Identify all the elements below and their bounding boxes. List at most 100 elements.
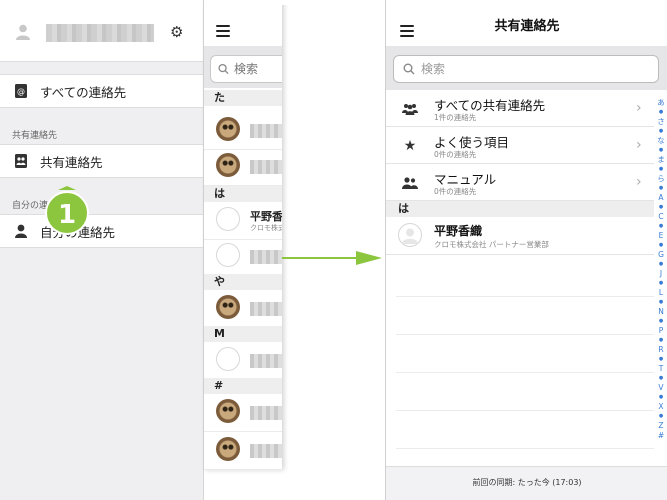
list-item[interactable]	[204, 148, 282, 186]
index-letter[interactable]: ●	[654, 298, 667, 308]
index-letter[interactable]: E	[654, 231, 667, 241]
sidebar: ⚙ @ すべての連絡先 共有連絡先 共有連絡先 自分の連絡先 自分の連絡先 1	[0, 0, 204, 500]
gear-icon[interactable]: ⚙	[170, 24, 183, 40]
list-item[interactable]	[204, 238, 282, 276]
star-icon: ★	[403, 138, 417, 154]
list-item[interactable]	[204, 290, 282, 328]
index-letter[interactable]: X	[654, 402, 667, 412]
index-letter[interactable]: ●	[654, 393, 667, 403]
svg-text:@: @	[17, 87, 25, 96]
section-header-ha: は	[204, 186, 282, 202]
blurred-name	[250, 354, 282, 368]
list-item[interactable]	[204, 394, 282, 432]
index-letter[interactable]: さ	[654, 117, 667, 127]
row-divider	[396, 334, 654, 335]
blurred-name	[250, 124, 282, 138]
index-letter[interactable]: ●	[654, 279, 667, 289]
index-letter[interactable]: P	[654, 326, 667, 336]
blurred-name	[250, 160, 282, 174]
chevron-right-icon: ›	[636, 137, 642, 153]
sync-status: 前回の同期: たった今 (17:03)	[472, 478, 582, 487]
middle-search-field[interactable]	[210, 55, 282, 83]
blurred-name	[250, 250, 282, 264]
index-letter[interactable]: な	[654, 136, 667, 146]
index-letter[interactable]: ●	[654, 374, 667, 384]
account-name-blurred	[46, 24, 154, 42]
index-letter[interactable]: ●	[654, 241, 667, 251]
list-item[interactable]: 平野香織 クロモ株式会社	[204, 202, 282, 240]
index-letter[interactable]: ●	[654, 108, 667, 118]
index-letter[interactable]: ●	[654, 260, 667, 270]
search-input[interactable]	[421, 62, 641, 76]
index-letter[interactable]: ●	[654, 355, 667, 365]
index-letter[interactable]: Z	[654, 421, 667, 431]
index-letter[interactable]: T	[654, 364, 667, 374]
index-letter[interactable]: R	[654, 345, 667, 355]
index-letter[interactable]: L	[654, 288, 667, 298]
middle-search-input[interactable]	[234, 62, 282, 76]
index-letter[interactable]: ま	[654, 155, 667, 165]
sidebar-account-header[interactable]: ⚙	[0, 0, 203, 62]
transition-arrow-icon	[282, 251, 382, 265]
list-item[interactable]	[204, 112, 282, 150]
search-icon	[403, 63, 415, 75]
group-count: 1件の連絡先	[434, 113, 477, 122]
group-row-all-shared[interactable]: すべての共有連絡先 1件の連絡先 ›	[386, 90, 654, 127]
list-item[interactable]	[204, 342, 282, 380]
index-letter[interactable]: J	[654, 269, 667, 279]
index-letter[interactable]: ●	[654, 317, 667, 327]
list-item[interactable]	[204, 432, 282, 470]
index-letter[interactable]: ●	[654, 203, 667, 213]
index-letter[interactable]: ●	[654, 184, 667, 194]
index-letter[interactable]: ●	[654, 412, 667, 422]
chevron-right-icon: ›	[636, 100, 642, 116]
blank-avatar	[216, 207, 240, 231]
index-letter[interactable]: ●	[654, 336, 667, 346]
index-letter[interactable]: C	[654, 212, 667, 222]
row-divider	[396, 448, 654, 449]
section-header-hash: #	[204, 378, 282, 394]
blurred-name	[250, 302, 282, 316]
right-header: 共有連絡先	[386, 0, 667, 46]
index-letter[interactable]: ●	[654, 127, 667, 137]
group-row-manual[interactable]: マニュアル 0件の連絡先 ›	[386, 164, 654, 201]
search-field[interactable]	[393, 55, 659, 83]
address-book-icon: @	[14, 84, 28, 98]
hamburger-menu-icon[interactable]	[216, 25, 230, 37]
sidebar-item-label: すべての連絡先	[40, 84, 127, 100]
people-icon	[402, 176, 418, 190]
section-header-m: M	[204, 326, 282, 342]
group-row-favorites[interactable]: ★ よく使う項目 0件の連絡先 ›	[386, 127, 654, 164]
contact-name: 平野香織	[434, 224, 483, 238]
row-divider	[396, 372, 654, 373]
sidebar-item-shared-contacts[interactable]: 共有連絡先	[0, 144, 203, 178]
index-letter[interactable]: #	[654, 431, 667, 441]
index-letter[interactable]: あ	[654, 98, 667, 108]
chevron-right-icon: ›	[636, 174, 642, 190]
avatar	[398, 223, 422, 247]
contact-company: クロモ株式会社 パートナー営業部	[434, 240, 549, 249]
index-letter[interactable]: G	[654, 250, 667, 260]
row-divider	[396, 410, 654, 411]
sidebar-item-my-contacts[interactable]: 自分の連絡先	[0, 214, 203, 248]
blurred-name	[250, 444, 282, 458]
sidebar-section-shared: 共有連絡先	[12, 131, 58, 141]
index-letter[interactable]: ●	[654, 146, 667, 156]
sidebar-item-all-contacts[interactable]: @ すべての連絡先	[0, 74, 203, 108]
group-icon	[402, 102, 418, 116]
index-letter[interactable]: N	[654, 307, 667, 317]
person-icon	[14, 224, 28, 238]
alphabet-index[interactable]: あ ● さ ● な ● ま ● ら ● A ● C ● E ● G ● J ● L ● N ● P ● R ● T ● V ● X ● Z #	[654, 98, 667, 463]
row-divider	[396, 296, 654, 297]
index-letter[interactable]: ●	[654, 222, 667, 232]
index-letter[interactable]: A	[654, 193, 667, 203]
middle-header	[204, 0, 282, 44]
section-header-ya: や	[204, 274, 282, 290]
contact-row[interactable]: 平野香織 クロモ株式会社 パートナー営業部	[386, 217, 654, 255]
shared-contacts-icon	[14, 154, 28, 168]
index-letter[interactable]: ●	[654, 165, 667, 175]
section-header-ta: た	[204, 90, 282, 106]
index-letter[interactable]: ら	[654, 174, 667, 184]
search-icon	[218, 63, 229, 75]
index-letter[interactable]: V	[654, 383, 667, 393]
